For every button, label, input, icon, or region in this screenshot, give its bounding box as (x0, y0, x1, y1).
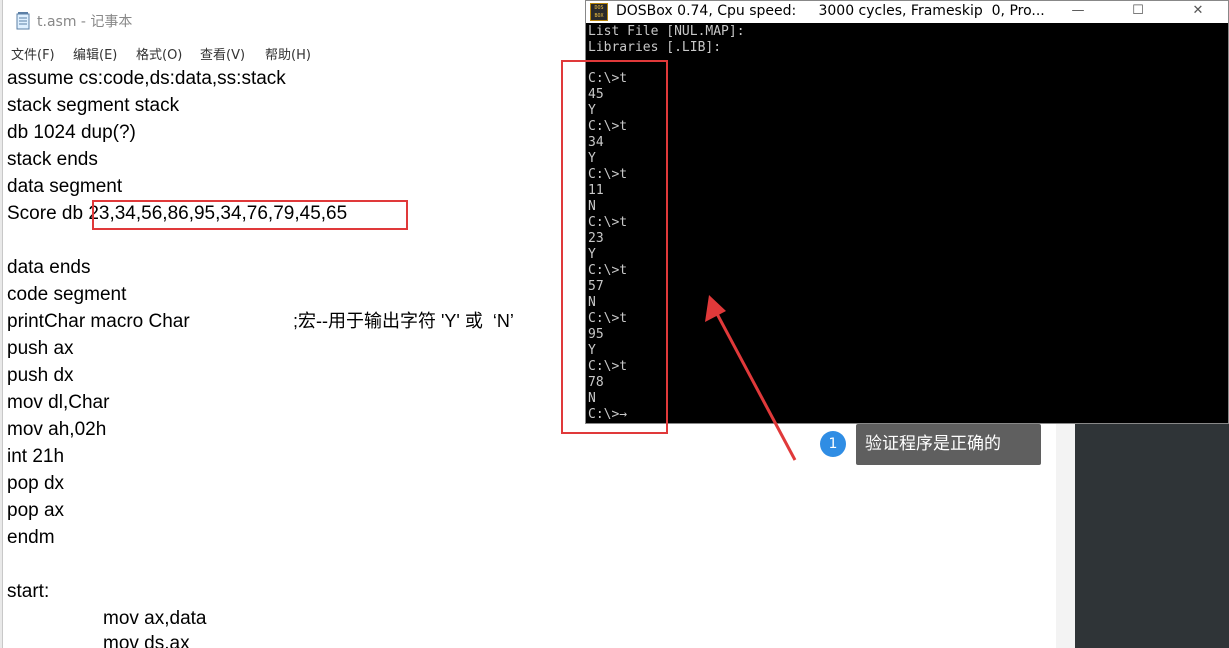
menu-file[interactable]: 文件(F) (11, 44, 55, 63)
score-data-highlight-box (92, 200, 408, 230)
code-line: stack segment stack (7, 95, 180, 116)
step-number-badge: 1 (820, 431, 846, 457)
code-line: pop ax (7, 500, 65, 521)
console-line: Libraries [.LIB]: (588, 40, 722, 55)
code-line: mov ds,ax (103, 633, 190, 648)
menu-help[interactable]: 帮助(H) (265, 44, 311, 63)
code-line: int 21h (7, 446, 65, 467)
dosbox-titlebar[interactable]: DOS BOX DOSBox 0.74, Cpu speed: 3000 cycl… (586, 1, 1228, 23)
dosbox-console[interactable]: List File [NUL.MAP]: Libraries [.LIB]: C… (588, 24, 1226, 422)
dosbox-logo-icon: DOS BOX (590, 3, 608, 21)
code-line: mov ax,data (103, 608, 207, 629)
code-line: code segment (7, 284, 127, 305)
code-line: assume cs:code,ds:data,ss:stack (7, 68, 286, 89)
macro-comment: ;宏--用于输出字符 'Y' 或 ‘N’ (293, 311, 514, 331)
code-line: printChar macro Char (7, 311, 190, 332)
code-line: mov ah,02h (7, 419, 107, 440)
close-button[interactable]: ✕ (1176, 1, 1220, 23)
code-line: pop dx (7, 473, 65, 494)
code-line: mov dl,Char (7, 392, 110, 413)
console-line: List File [NUL.MAP]: (588, 24, 745, 39)
notepad-title: t.asm - 记事本 (37, 14, 133, 30)
menu-edit[interactable]: 编辑(E) (73, 44, 117, 63)
code-line: push dx (7, 365, 74, 386)
code-line: push ax (7, 338, 74, 359)
maximize-button[interactable]: ☐ (1116, 1, 1160, 23)
menu-format[interactable]: 格式(O) (136, 44, 182, 63)
notepad-icon (16, 12, 30, 30)
code-line: start: (7, 581, 50, 602)
dosbox-window: DOS BOX DOSBox 0.74, Cpu speed: 3000 cycl… (585, 0, 1229, 424)
code-line: data ends (7, 257, 91, 278)
minimize-button[interactable]: — (1056, 1, 1100, 23)
code-line: endm (7, 527, 55, 548)
code-line: stack ends (7, 149, 98, 170)
menu-view[interactable]: 查看(V) (200, 44, 245, 63)
dosbox-title: DOSBox 0.74, Cpu speed: 3000 cycles, Fra… (616, 3, 1045, 19)
code-line: data segment (7, 176, 123, 197)
code-line: db 1024 dup(?) (7, 122, 136, 143)
annotation-callout: 验证程序是正确的 (856, 424, 1041, 465)
output-highlight-box (561, 60, 668, 434)
